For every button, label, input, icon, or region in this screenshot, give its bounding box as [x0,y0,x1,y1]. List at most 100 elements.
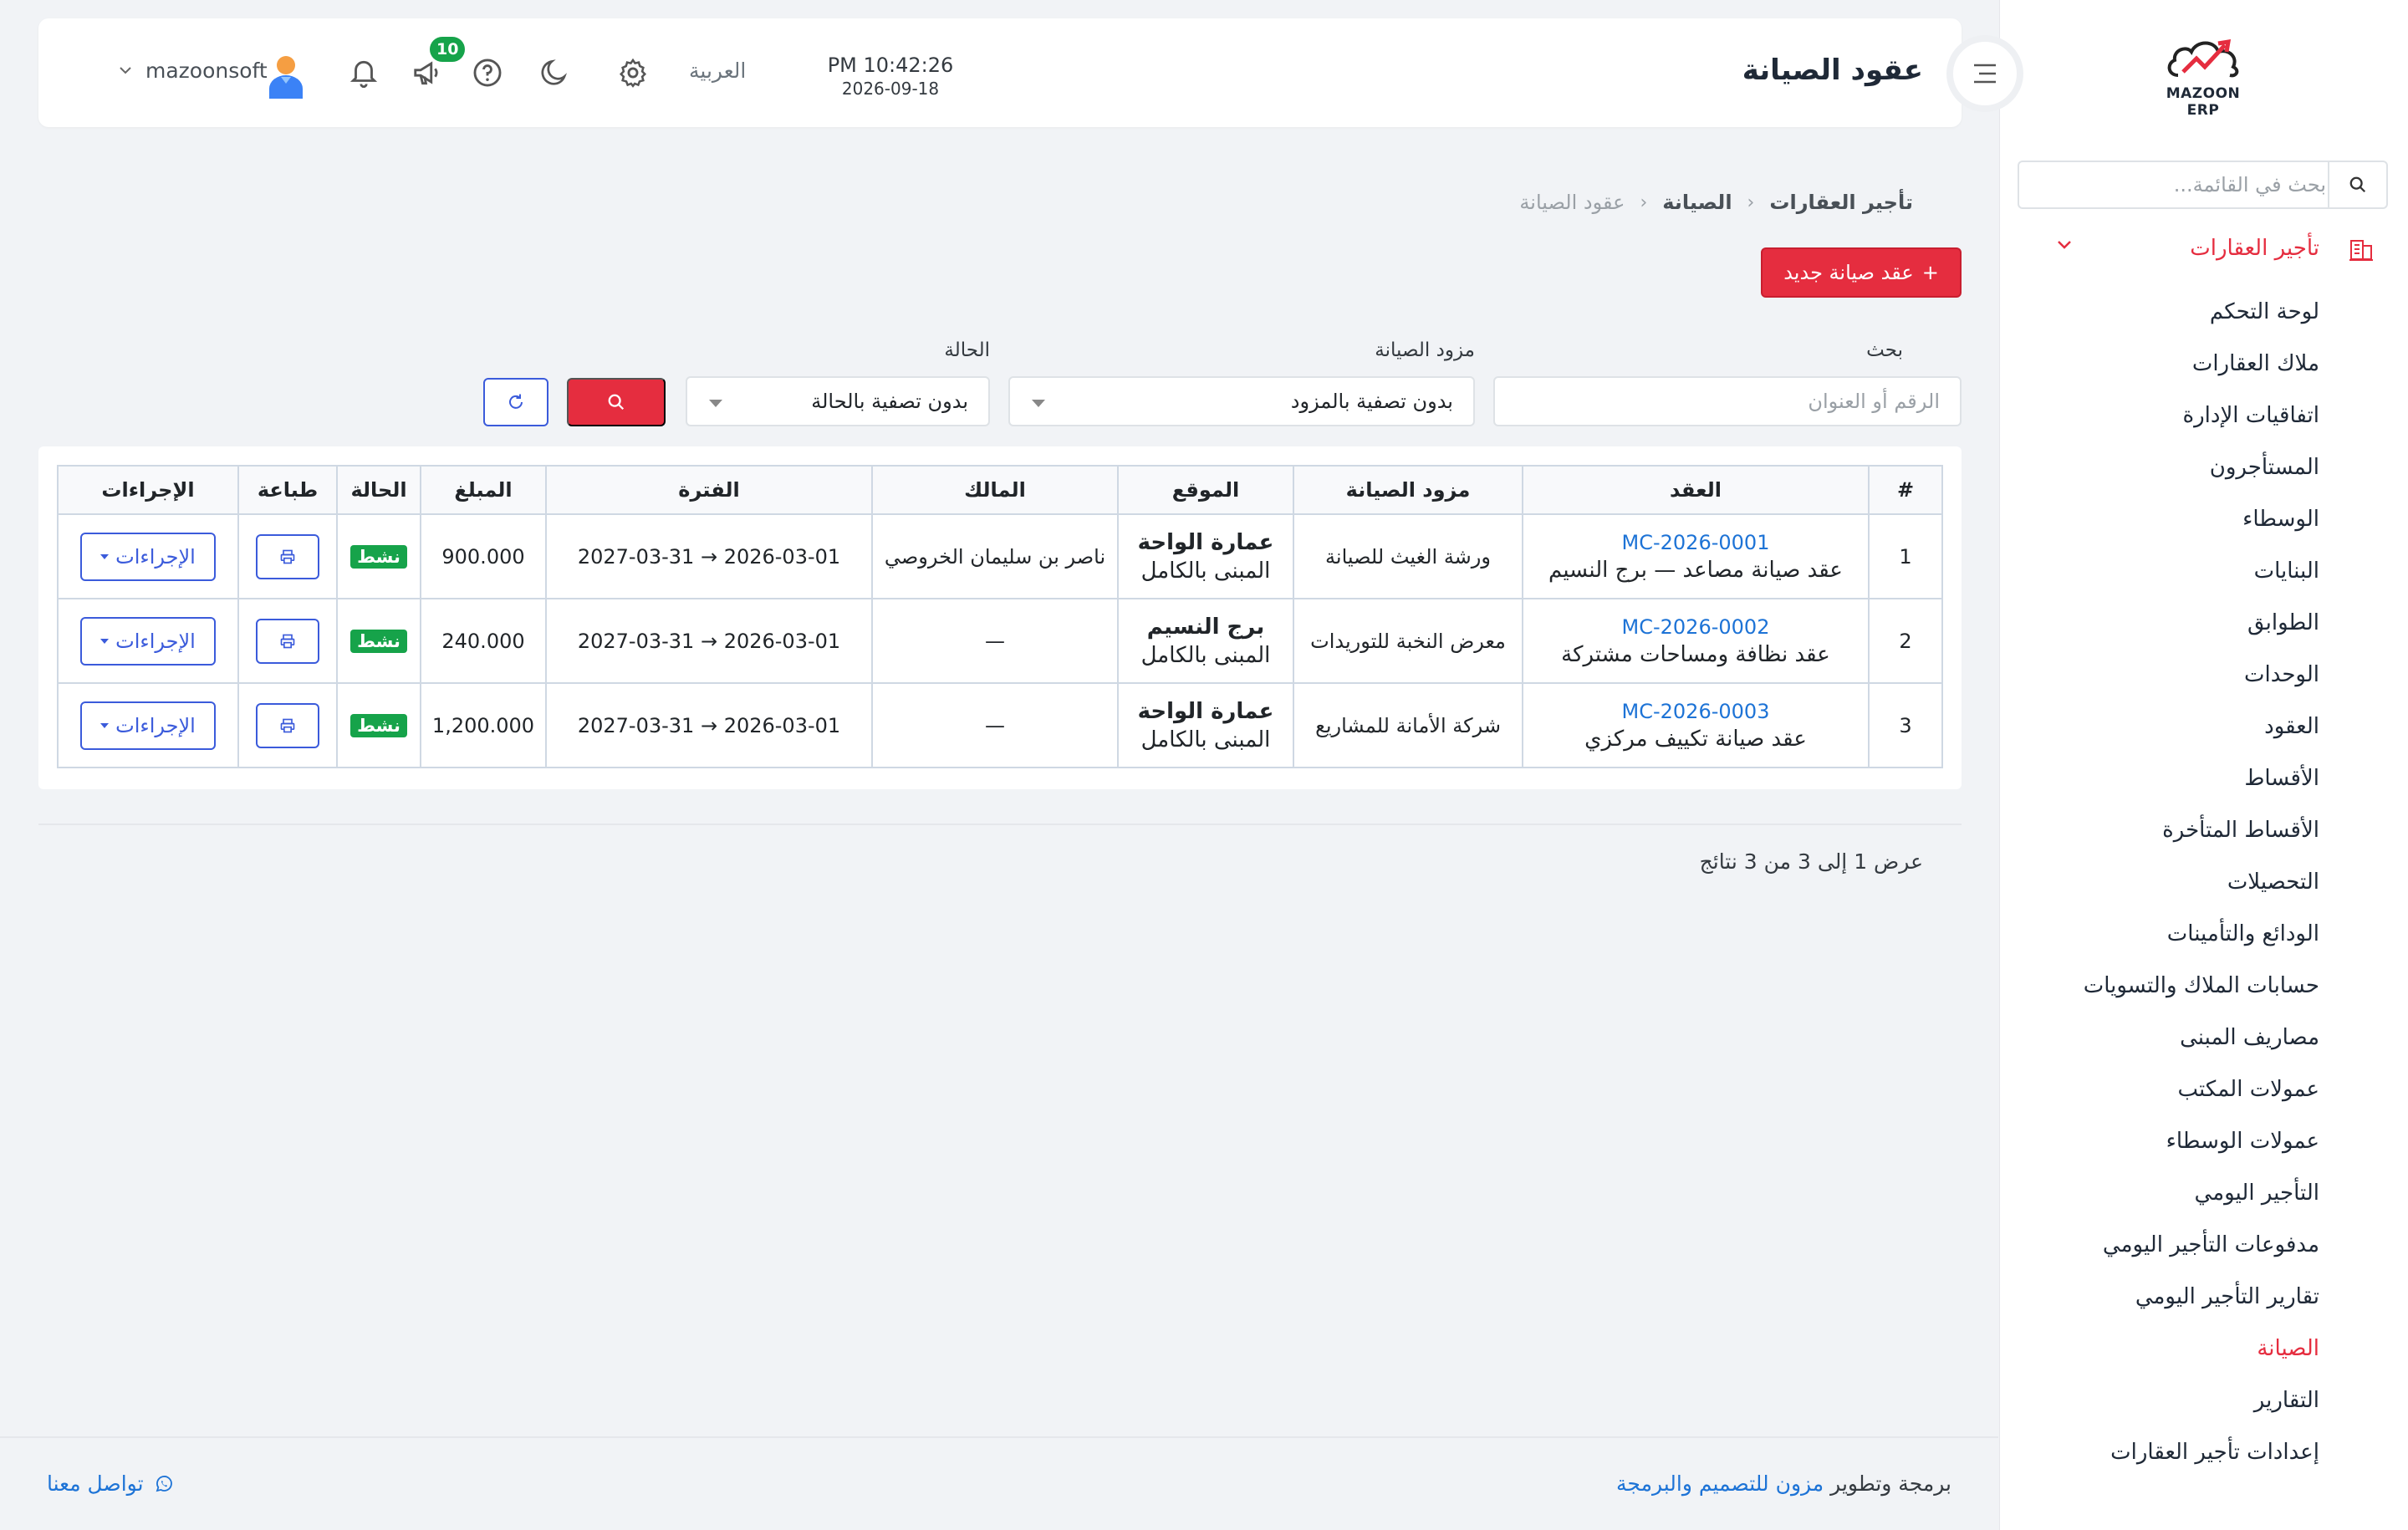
footer-credit: برمجة وتطوير مزون للتصميم والبرمجة [1616,1471,1951,1496]
sidebar-item-broker-commissions[interactable]: عمولات الوسطاء [1999,1115,2408,1167]
sidebar-item-office-commissions[interactable]: عمولات المكتب [1999,1063,2408,1115]
contract-code-link[interactable]: MC-2026-0002 [1523,615,1868,639]
sidebar: MAZOON ERP تأجير العقارات لوحة التحكم مل… [1999,0,2408,1530]
sidebar-item-maintenance[interactable]: الصيانة [1999,1323,2408,1374]
sidebar-item-daily-rental-payments[interactable]: مدفوعات التأجير اليومي [1999,1219,2408,1271]
contract-code-link[interactable]: MC-2026-0001 [1523,531,1868,554]
contract-cell: MC-2026-0001 عقد صيانة مصاعد — برج النسي… [1522,513,1870,599]
sidebar-item-collections[interactable]: التحصيلات [1999,856,2408,908]
pagination-summary: عرض 1 إلى 3 من 3 نتائج [1699,849,1923,874]
contract-title: عقد صيانة تكييف مركزي [1584,726,1807,752]
sidebar-item-installments[interactable]: الأقساط [1999,752,2408,804]
sidebar-item-daily-rental-reports[interactable]: تقارير التأجير اليومي [1999,1271,2408,1323]
col-header-print: طباعة [237,465,338,515]
amount-cell: 1,200.000 [420,682,547,768]
search-icon [2349,176,2366,193]
notifications-button[interactable] [346,55,381,90]
sidebar-item-buildings[interactable]: البنايات [1999,545,2408,597]
help-button[interactable] [470,55,505,90]
new-contract-button[interactable]: + عقد صيانة جديد [1761,247,1962,298]
actions-cell: الإجراءات [57,682,239,768]
clock-time: PM 10:42:26 [827,54,954,77]
sidebar-item-overdue-installments[interactable]: الأقساط المتأخرة [1999,804,2408,856]
sidebar-item-property-owners[interactable]: ملاك العقارات [1999,338,2408,390]
print-button[interactable] [256,533,319,579]
contract-code-link[interactable]: MC-2026-0003 [1523,700,1868,723]
col-header-location[interactable]: الموقع [1117,465,1294,515]
sidebar-item-owner-accounts[interactable]: حسابات الملاك والتسويات [1999,960,2408,1012]
menu-search-input[interactable] [2033,169,2326,201]
menu-search-button[interactable] [2328,162,2386,207]
apply-search-button[interactable] [567,378,666,426]
location-cell: عمارة الواحة المبنى بالكامل [1117,682,1294,768]
status-filter-select[interactable]: بدون تصفية بالحالة [686,376,990,426]
location-scope: المبنى بالكامل [1140,558,1271,584]
megaphone-icon [414,61,438,85]
print-cell [237,682,338,768]
col-header-amount[interactable]: المبلغ [420,465,547,515]
logo[interactable]: MAZOON ERP [2150,33,2256,119]
col-header-contract[interactable]: العقد [1522,465,1870,515]
status-filter-value: بدون تصفية بالحالة [811,390,968,413]
provider-filter-select[interactable]: بدون تصفية بالمزود [1008,376,1475,426]
sidebar-item-units[interactable]: الوحدات [1999,649,2408,701]
amount-cell: 900.000 [420,513,547,599]
row-number: 3 [1868,682,1943,768]
breadcrumb-item-property-rental[interactable]: تأجير العقارات [1769,191,1913,214]
contract-cell: MC-2026-0002 عقد نظافة ومساحات مشتركة [1522,598,1870,684]
sidebar-item-daily-rental[interactable]: التأجير اليومي [1999,1167,2408,1219]
col-header-provider[interactable]: مزود الصيانة [1293,465,1523,515]
sidebar-menu: لوحة التحكم ملاك العقارات اتفاقيات الإدا… [1999,286,2408,1478]
dark-mode-toggle[interactable] [537,55,572,90]
caret-down-icon [709,400,722,407]
settings-button[interactable] [615,55,650,90]
sidebar-toggle-button[interactable] [1946,35,2023,112]
username[interactable]: mazoonsoft [145,59,268,83]
location-name: برج النسيم [1146,614,1265,640]
language-switcher[interactable]: العربية [689,59,746,83]
table-row: 3 MC-2026-0003 عقد صيانة تكييف مركزي شرك… [57,682,1943,768]
contact-us-link[interactable]: تواصل معنا [47,1471,174,1496]
sidebar-item-reports[interactable]: التقارير [1999,1374,2408,1426]
sidebar-group-property-rental[interactable]: تأجير العقارات [1999,226,2408,273]
sidebar-item-floors[interactable]: الطوابق [1999,597,2408,649]
caret-down-icon [100,722,110,728]
breadcrumb-separator-icon: ‹ [1640,191,1648,213]
table-header-row: # العقد مزود الصيانة الموقع المالك الفتر… [57,465,1943,515]
col-header-owner[interactable]: المالك [871,465,1119,515]
actions-dropdown-button[interactable]: الإجراءات [80,701,216,750]
search-filter-input[interactable]: الرقم أو العنوان [1493,376,1962,426]
sidebar-item-deposits[interactable]: الودائع والتأمينات [1999,908,2408,960]
sidebar-item-building-expenses[interactable]: مصاريف المبنى [1999,1012,2408,1063]
logo-cloud-icon [2167,38,2239,78]
top-header: عقود الصيانة PM 10:42:26 2026-09-18 العر… [38,18,1962,127]
actions-dropdown-button[interactable]: الإجراءات [80,616,216,666]
sidebar-item-management-agreements[interactable]: اتفاقيات الإدارة [1999,390,2408,441]
col-header-period[interactable]: الفترة [545,465,873,515]
sidebar-item-dashboard[interactable]: لوحة التحكم [1999,286,2408,338]
actions-dropdown-button[interactable]: الإجراءات [80,532,216,581]
actions-label: الإجراءات [115,713,196,737]
reset-filters-button[interactable] [483,378,548,426]
status-badge: نشط [350,545,407,569]
period-cell: 2026-03-01 → 2027-03-31 [545,682,873,768]
period-cell: 2026-03-01 → 2027-03-31 [545,598,873,684]
page-title: عقود الصيانة [1742,54,1923,87]
print-button[interactable] [256,702,319,748]
location-name: عمارة الواحة [1137,529,1274,555]
new-contract-label: عقد صيانة جديد [1783,261,1914,284]
avatar[interactable] [264,54,308,99]
breadcrumb-item-maintenance[interactable]: الصيانة [1662,191,1732,214]
sidebar-item-contracts[interactable]: العقود [1999,701,2408,752]
col-header-status[interactable]: الحالة [336,465,421,515]
footer-company-link[interactable]: مزون للتصميم والبرمجة [1616,1471,1824,1496]
announcements-button[interactable]: 10 [410,37,466,90]
printer-icon [280,549,295,564]
sidebar-item-tenants[interactable]: المستأجرون [1999,441,2408,493]
footer: برمجة وتطوير مزون للتصميم والبرمجة تواصل… [0,1436,1998,1530]
contract-cell: MC-2026-0003 عقد صيانة تكييف مركزي [1522,682,1870,768]
print-button[interactable] [256,618,319,664]
chevron-down-icon[interactable] [119,65,132,75]
sidebar-item-rental-settings[interactable]: إعدادات تأجير العقارات [1999,1426,2408,1478]
sidebar-item-brokers[interactable]: الوسطاء [1999,493,2408,545]
